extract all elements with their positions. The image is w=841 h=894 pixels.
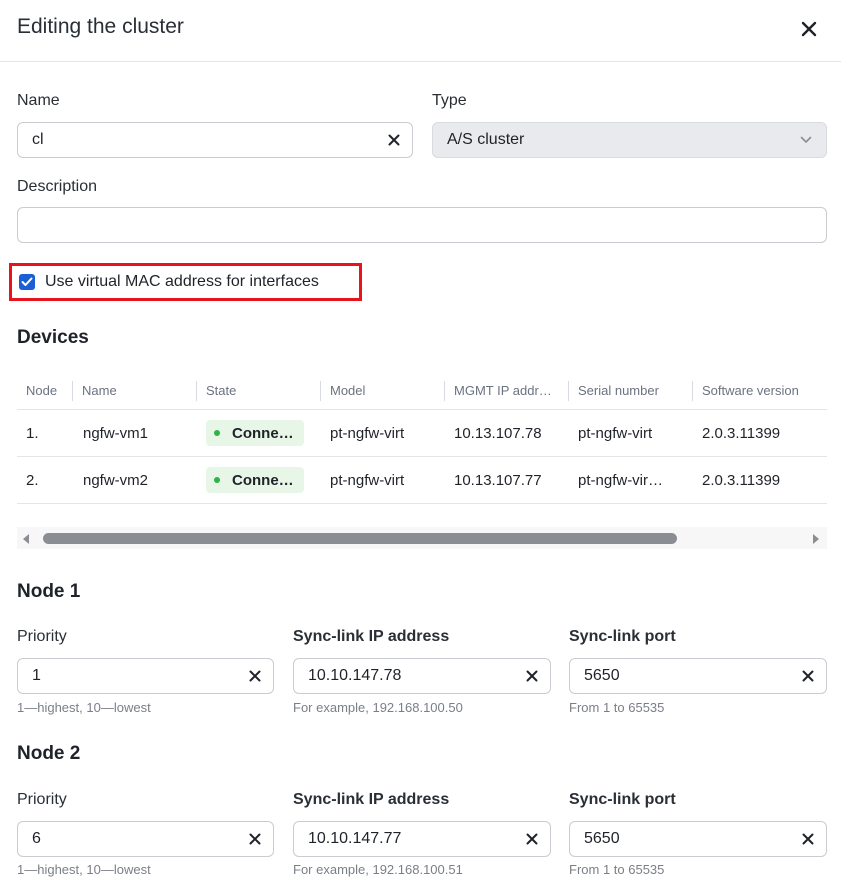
- node2-priority-label: Priority: [17, 791, 67, 808]
- column-header-software-version[interactable]: Software version: [693, 370, 827, 410]
- clear-icon: [388, 134, 400, 146]
- cell-name: ngfw-vm2: [83, 471, 149, 489]
- node1-priority-hint: 1—highest, 10—lowest: [17, 700, 151, 715]
- close-button[interactable]: [796, 16, 822, 42]
- arrow-right-icon: [813, 534, 819, 544]
- node2-port-clear-button[interactable]: [790, 822, 826, 856]
- node2-port-hint: From 1 to 65535: [569, 862, 665, 877]
- node1-port-input[interactable]: 5650: [569, 658, 827, 694]
- virtual-mac-checkbox[interactable]: [19, 274, 35, 290]
- node1-port-hint: From 1 to 65535: [569, 700, 665, 715]
- type-value: A/S cluster: [447, 131, 525, 148]
- chevron-down-icon: [800, 136, 812, 144]
- type-label: Type: [432, 92, 467, 109]
- devices-title: Devices: [17, 327, 89, 348]
- node1-priority-input[interactable]: 1: [17, 658, 274, 694]
- column-header-model[interactable]: Model: [321, 370, 445, 410]
- table-header: Node Name State Model MGMT IP addr… Seri…: [17, 370, 827, 410]
- dialog-header: Editing the cluster: [0, 0, 841, 62]
- devices-table: Node Name State Model MGMT IP addr… Seri…: [17, 370, 827, 504]
- node1-ip-input[interactable]: 10.10.147.78: [293, 658, 551, 694]
- clear-icon: [249, 833, 261, 845]
- arrow-left-icon: [23, 534, 29, 544]
- node2-ip-label: Sync-link IP address: [293, 791, 450, 808]
- scroll-left-button[interactable]: [21, 532, 31, 550]
- virtual-mac-option: Use virtual MAC address for interfaces: [9, 263, 362, 301]
- cell-model: pt-ngfw-virt: [330, 471, 405, 489]
- node2-priority-clear-button[interactable]: [237, 822, 273, 856]
- column-header-mgmt-ip[interactable]: MGMT IP addr…: [445, 370, 569, 410]
- virtual-mac-label: Use virtual MAC address for interfaces: [45, 273, 319, 290]
- clear-icon: [802, 670, 814, 682]
- column-header-node[interactable]: Node: [17, 370, 73, 410]
- table-row[interactable]: 1. ngfw-vm1 Conne… pt-ngfw-virt 10.13.10…: [17, 410, 827, 457]
- node1-ip-clear-button[interactable]: [514, 659, 550, 693]
- column-header-serial[interactable]: Serial number: [569, 370, 693, 410]
- node1-ip-label: Sync-link IP address: [293, 628, 450, 645]
- cell-software-version: 2.0.3.11399: [702, 471, 781, 489]
- scroll-right-button[interactable]: [811, 532, 821, 550]
- node2-ip-value: 10.10.147.77: [308, 830, 402, 847]
- column-header-name[interactable]: Name: [73, 370, 197, 410]
- close-icon: [801, 21, 817, 37]
- type-dropdown-toggle[interactable]: [786, 136, 826, 144]
- dialog-title: Editing the cluster: [17, 15, 184, 38]
- edit-cluster-dialog: Editing the cluster Name cl Type A/S clu…: [0, 0, 841, 894]
- node2-port-label: Sync-link port: [569, 791, 676, 808]
- node2-ip-input[interactable]: 10.10.147.77: [293, 821, 551, 857]
- node2-ip-clear-button[interactable]: [514, 822, 550, 856]
- node1-ip-value: 10.10.147.78: [308, 667, 402, 684]
- node2-priority-input[interactable]: 6: [17, 821, 274, 857]
- node1-priority-clear-button[interactable]: [237, 659, 273, 693]
- cell-state: Conne…: [197, 410, 321, 456]
- name-value: cl: [32, 131, 44, 148]
- clear-icon: [526, 833, 538, 845]
- name-clear-button[interactable]: [376, 123, 412, 157]
- cell-serial: pt-ngfw-vir…: [578, 471, 664, 489]
- description-input[interactable]: [17, 207, 827, 243]
- node2-port-input[interactable]: 5650: [569, 821, 827, 857]
- node2-port-value: 5650: [584, 830, 620, 847]
- cell-serial: pt-ngfw-virt: [578, 424, 653, 442]
- node2-ip-hint: For example, 192.168.100.51: [293, 862, 463, 877]
- node1-priority-value: 1: [32, 667, 41, 684]
- node2-title: Node 2: [17, 743, 81, 764]
- check-icon: [21, 277, 33, 286]
- cell-model: pt-ngfw-virt: [330, 424, 405, 442]
- status-dot-icon: [214, 430, 220, 436]
- type-select[interactable]: A/S cluster: [432, 122, 827, 158]
- clear-icon: [802, 833, 814, 845]
- node1-title: Node 1: [17, 581, 81, 602]
- node1-priority-label: Priority: [17, 628, 67, 645]
- cell-mgmt-ip: 10.13.107.77: [454, 471, 542, 489]
- cell-node: 2.: [26, 471, 39, 489]
- table-horizontal-scrollbar[interactable]: [17, 527, 827, 549]
- cell-state: Conne…: [197, 457, 321, 503]
- status-badge: Conne…: [206, 467, 304, 493]
- node2-priority-value: 6: [32, 830, 41, 847]
- column-header-state[interactable]: State: [197, 370, 321, 410]
- node1-port-label: Sync-link port: [569, 628, 676, 645]
- table-row[interactable]: 2. ngfw-vm2 Conne… pt-ngfw-virt 10.13.10…: [17, 457, 827, 504]
- node1-port-value: 5650: [584, 667, 620, 684]
- node1-ip-hint: For example, 192.168.100.50: [293, 700, 463, 715]
- description-label: Description: [17, 178, 98, 195]
- clear-icon: [249, 670, 261, 682]
- node1-port-clear-button[interactable]: [790, 659, 826, 693]
- cell-mgmt-ip: 10.13.107.78: [454, 424, 542, 442]
- status-dot-icon: [214, 477, 220, 483]
- scrollbar-thumb[interactable]: [43, 533, 677, 544]
- name-label: Name: [17, 92, 60, 109]
- clear-icon: [526, 670, 538, 682]
- cell-node: 1.: [26, 424, 39, 442]
- node2-priority-hint: 1—highest, 10—lowest: [17, 862, 151, 877]
- cell-software-version: 2.0.3.11399: [702, 424, 781, 442]
- cell-name: ngfw-vm1: [83, 424, 149, 442]
- name-input[interactable]: cl: [17, 122, 413, 158]
- status-badge: Conne…: [206, 420, 304, 446]
